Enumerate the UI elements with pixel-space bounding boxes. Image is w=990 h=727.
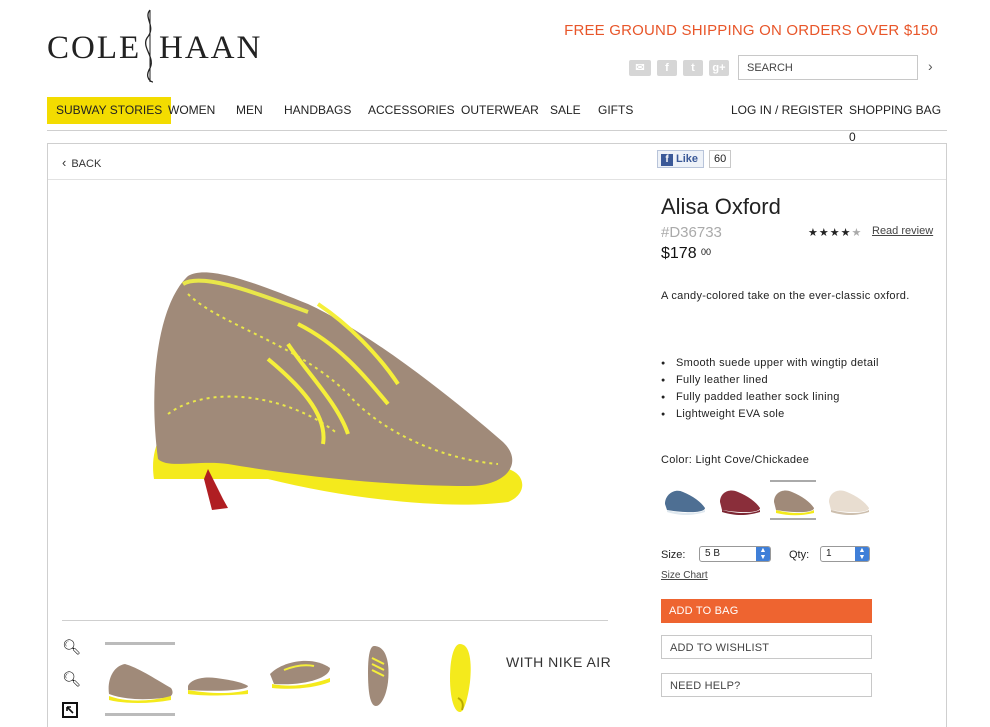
product-title: Alisa Oxford xyxy=(661,194,781,219)
nike-air-label: WITH NIKE AIR xyxy=(506,654,612,670)
add-to-wishlist-button[interactable]: ADD TO WISHLIST xyxy=(661,635,872,659)
add-to-bag-button[interactable]: ADD TO BAG xyxy=(661,599,872,623)
thumbnail-divider xyxy=(62,620,608,621)
size-select[interactable]: 5 B ▲ ▼ xyxy=(699,546,771,562)
like-label: Like xyxy=(676,153,699,165)
thumbnail-5[interactable] xyxy=(430,642,502,714)
search-input[interactable]: SEARCH xyxy=(738,55,918,80)
size-value: 5 B xyxy=(705,548,721,559)
nav-item-handbags[interactable]: HANDBAGS xyxy=(284,97,351,124)
swatch-blue[interactable] xyxy=(661,480,707,520)
star-icon: ★ xyxy=(840,227,852,239)
nav-item-accessories[interactable]: ACCESSORIES xyxy=(368,97,455,124)
search-submit-chevron-icon[interactable]: › xyxy=(928,58,933,74)
twitter-icon[interactable]: t xyxy=(683,60,703,76)
cole-haan-logo[interactable]: COLE HAAN xyxy=(47,8,260,84)
thumbnail-1[interactable] xyxy=(105,642,177,716)
thumbnail-2[interactable] xyxy=(182,642,254,714)
product-price: $178 00 xyxy=(661,245,711,263)
nav-item-men[interactable]: MEN xyxy=(236,97,263,124)
product-panel: ‹ BACK f Like 60 🔍︎ 🔍︎ WITH NIKE AIR Ali… xyxy=(47,143,947,727)
login-register-link[interactable]: LOG IN / REGISTER xyxy=(731,97,843,124)
main-nav: SUBWAY STORIES WOMEN MEN HANDBAGS ACCESS… xyxy=(47,97,947,144)
feature-item: Fully leather lined xyxy=(661,372,879,389)
logo-swirl-icon xyxy=(145,9,154,83)
qty-value: 1 xyxy=(826,548,832,559)
google-plus-icon[interactable]: g+ xyxy=(709,60,729,76)
thumbnail-3[interactable] xyxy=(264,642,336,714)
select-arrows-icon: ▲ ▼ xyxy=(756,547,770,561)
shipping-promo[interactable]: FREE GROUND SHIPPING ON ORDERS OVER $150 xyxy=(564,22,938,39)
star-icon: ★ xyxy=(818,227,830,239)
size-chart-link[interactable]: Size Chart xyxy=(661,570,708,581)
chevron-left-icon: ‹ xyxy=(62,155,67,170)
nav-item-sale[interactable]: SALE xyxy=(550,97,581,124)
color-label: Color: xyxy=(661,454,693,466)
feature-item: Lightweight EVA sole xyxy=(661,406,879,423)
rating-stars: ★★★★★ xyxy=(808,226,862,239)
product-description: A candy-colored take on the ever-classic… xyxy=(661,290,910,302)
size-label: Size: xyxy=(661,549,686,561)
qty-select[interactable]: 1 ▲ ▼ xyxy=(820,546,870,562)
read-review-link[interactable]: Read review xyxy=(872,225,933,237)
price-cents: 00 xyxy=(701,247,712,257)
mail-icon[interactable]: ✉ xyxy=(629,60,651,76)
star-icon: ★ xyxy=(808,227,819,239)
swatch-burgundy[interactable] xyxy=(716,480,762,520)
swatch-cream[interactable] xyxy=(825,480,871,520)
logo-text-haan: HAAN xyxy=(159,30,263,66)
facebook-icon[interactable]: f xyxy=(657,60,677,76)
qty-label: Qty: xyxy=(789,549,810,561)
feature-item: Fully padded leather sock lining xyxy=(661,389,879,406)
need-help-button[interactable]: NEED HELP? xyxy=(661,673,872,697)
product-sku: #D36733 xyxy=(661,224,722,241)
logo-text-cole: COLE xyxy=(47,30,142,66)
like-count: 60 xyxy=(709,150,732,168)
panel-toolbar: ‹ BACK f Like 60 xyxy=(48,144,946,180)
price-dollars: $178 xyxy=(661,245,697,262)
zoom-in-icon[interactable]: 🔍︎ xyxy=(62,638,84,660)
shopping-bag-link[interactable]: SHOPPING BAG 0 xyxy=(849,97,947,144)
nav-item-women[interactable]: WOMEN xyxy=(168,97,215,124)
social-links: ✉ f t g+ xyxy=(629,60,729,76)
nav-item-outerwear[interactable]: OUTERWEAR xyxy=(461,97,539,124)
color-value: Light Cove/Chickadee xyxy=(695,454,810,466)
nav-divider xyxy=(47,130,947,131)
star-icon: ★ xyxy=(829,227,841,239)
zoom-out-icon[interactable]: 🔍︎ xyxy=(62,670,84,692)
star-empty-icon: ★ xyxy=(851,227,863,239)
product-main-image[interactable] xyxy=(148,264,528,524)
nav-item-gifts[interactable]: GIFTS xyxy=(598,97,633,124)
feature-list: Smooth suede upper with wingtip detail F… xyxy=(661,355,879,423)
fullscreen-icon[interactable] xyxy=(62,702,84,724)
nav-item-subway-stories[interactable]: SUBWAY STORIES xyxy=(47,97,172,124)
back-button[interactable]: ‹ BACK xyxy=(62,155,101,170)
back-label: BACK xyxy=(71,158,102,170)
facebook-like-button[interactable]: f Like xyxy=(657,150,705,168)
feature-item: Smooth suede upper with wingtip detail xyxy=(661,355,879,372)
select-arrows-icon: ▲ ▼ xyxy=(855,547,869,561)
color-line: Color: Light Cove/Chickadee xyxy=(661,454,809,466)
facebook-icon: f xyxy=(661,154,673,166)
thumbnail-4[interactable] xyxy=(346,642,418,714)
swatch-light-cove-chickadee[interactable] xyxy=(770,480,816,520)
